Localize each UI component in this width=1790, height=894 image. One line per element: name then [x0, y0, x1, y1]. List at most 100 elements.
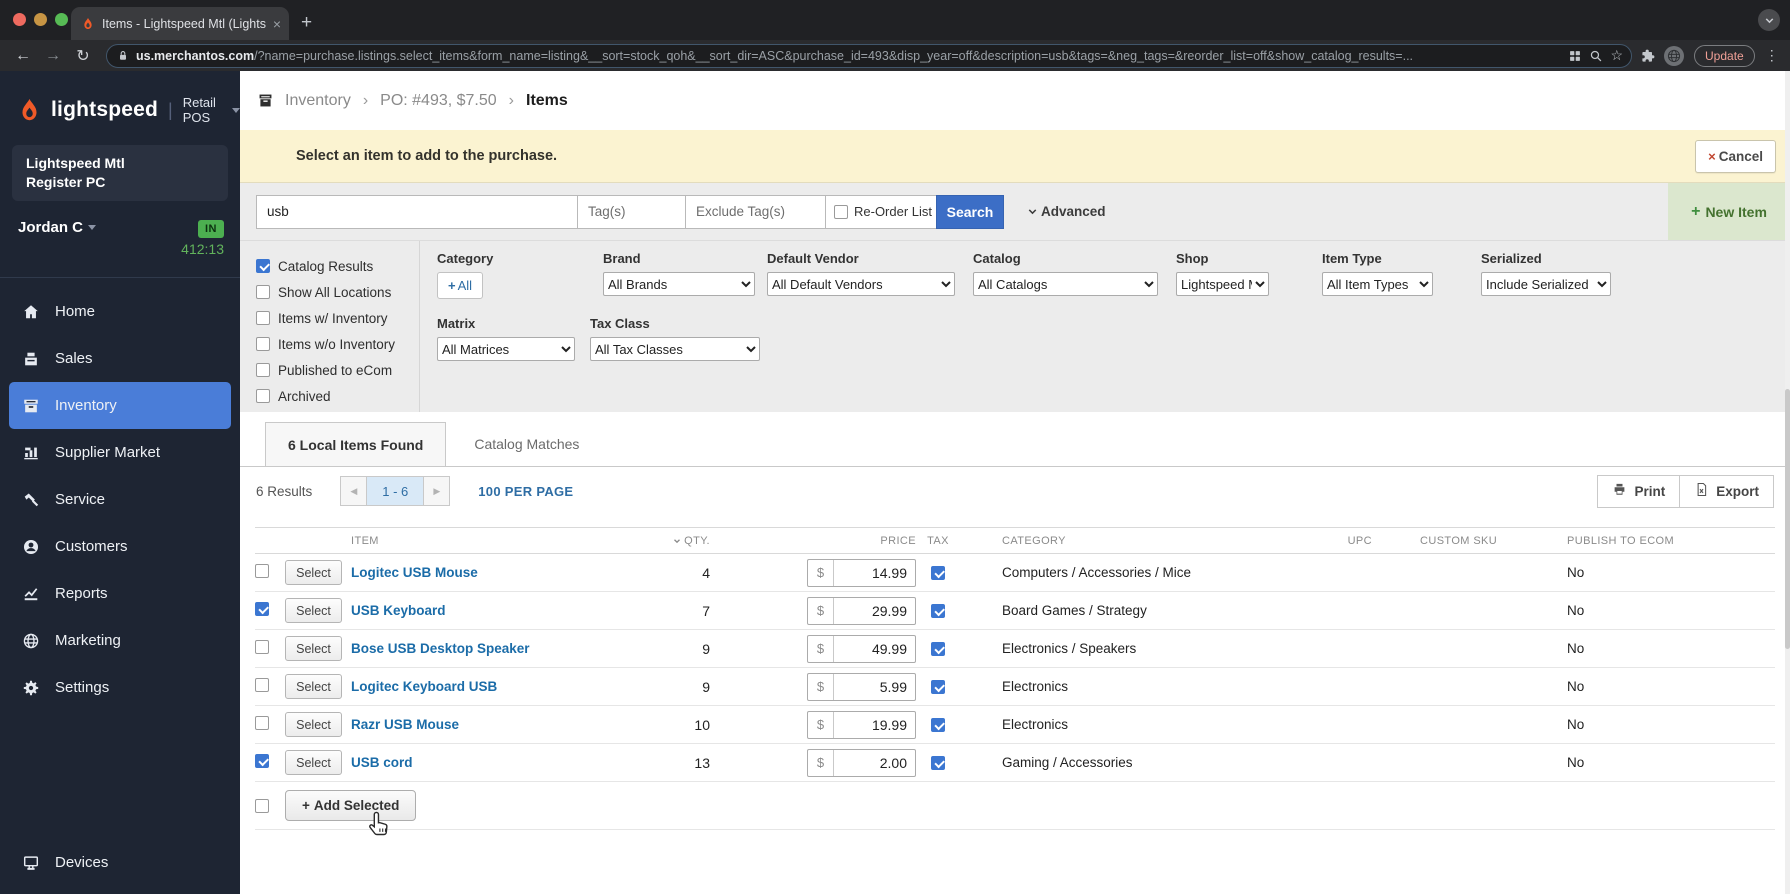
item-link[interactable]: Logitec USB Mouse — [351, 565, 478, 580]
checkbox[interactable] — [256, 311, 270, 325]
sidebar-item-settings[interactable]: Settings — [0, 664, 240, 711]
next-page-button[interactable]: ▶ — [423, 476, 451, 506]
checkbox[interactable] — [256, 363, 270, 377]
shop-register-box[interactable]: Lightspeed Mtl Register PC — [12, 145, 228, 201]
forward-button[interactable]: → — [40, 47, 66, 65]
checkbox[interactable] — [256, 259, 270, 273]
prev-page-button[interactable]: ◀ — [340, 476, 368, 506]
filter-checkbox-show-all-locations[interactable]: Show All Locations — [256, 279, 419, 305]
tab-catalog-matches[interactable]: Catalog Matches — [474, 422, 579, 466]
window-minimize-icon[interactable] — [34, 13, 47, 26]
category-all-button[interactable]: + All — [437, 272, 483, 299]
browser-tab[interactable]: Items - Lightspeed Mtl (Lights × — [71, 7, 289, 40]
new-tab-button[interactable]: + — [301, 12, 312, 34]
window-close-icon[interactable] — [13, 13, 26, 26]
product-caret-icon[interactable] — [232, 107, 240, 113]
search-tabs-icon[interactable] — [1758, 9, 1780, 31]
sidebar-item-devices[interactable]: Devices — [0, 839, 240, 886]
checkbox[interactable] — [256, 389, 270, 403]
col-publish[interactable]: PUBLISH TO ECOM — [1490, 535, 1674, 547]
filter-checkbox-published-to-ecom[interactable]: Published to eCom — [256, 357, 419, 383]
select-button[interactable]: Select — [285, 674, 342, 699]
checkbox[interactable] — [256, 337, 270, 351]
item-link[interactable]: Razr USB Mouse — [351, 717, 459, 732]
address-bar[interactable]: us.merchantos.com/?name=purchase.listing… — [106, 43, 1632, 68]
search-button[interactable]: Search — [936, 194, 1004, 229]
sidebar-item-supplier-market[interactable]: Supplier Market — [0, 429, 240, 476]
sidebar-item-home[interactable]: Home — [0, 288, 240, 335]
cancel-button[interactable]: × Cancel — [1695, 139, 1776, 173]
zoom-icon[interactable] — [1589, 49, 1603, 63]
filter-checkbox-items-w-o-inventory[interactable]: Items w/o Inventory — [256, 331, 419, 357]
col-upc[interactable]: UPC — [1305, 535, 1380, 547]
extensions-puzzle-icon[interactable] — [1636, 48, 1660, 64]
select-button[interactable]: Select — [285, 750, 342, 775]
select-button[interactable]: Select — [285, 636, 342, 661]
sidebar-item-reports[interactable]: Reports — [0, 570, 240, 617]
browser-menu-icon[interactable]: ⋮ — [1765, 47, 1779, 64]
tax-checkbox[interactable] — [931, 603, 945, 618]
breadcrumb-inventory[interactable]: Inventory — [285, 92, 351, 110]
new-item-button[interactable]: + New Item — [1668, 183, 1790, 240]
item-link[interactable]: Bose USB Desktop Speaker — [351, 641, 530, 656]
select-button[interactable]: Select — [285, 598, 342, 623]
filter-checkbox-archived[interactable]: Archived — [256, 383, 419, 409]
reload-button[interactable]: ↻ — [70, 46, 96, 66]
price-input[interactable] — [834, 711, 915, 738]
default-vendor-select[interactable]: All Default Vendors — [767, 272, 955, 296]
tax-checkbox[interactable] — [931, 641, 945, 656]
row-checkbox[interactable] — [255, 602, 269, 616]
filter-checkbox-items-w-inventory[interactable]: Items w/ Inventory — [256, 305, 419, 331]
tags-input[interactable] — [577, 194, 686, 229]
time-clock[interactable]: IN 412:13 — [181, 219, 224, 257]
reorder-checkbox[interactable] — [834, 204, 848, 219]
select-button[interactable]: Select — [285, 560, 342, 585]
reading-mode-icon[interactable] — [1568, 49, 1582, 63]
scrollbar-thumb[interactable] — [1785, 389, 1790, 649]
chrome-update-button[interactable]: Update — [1694, 44, 1755, 67]
profile-avatar[interactable] — [1664, 45, 1684, 66]
exclude-tags-input[interactable] — [685, 194, 826, 229]
col-category[interactable]: CATEGORY — [960, 535, 1305, 547]
serialized-select[interactable]: Include Serialized — [1481, 272, 1611, 296]
window-zoom-icon[interactable] — [55, 13, 68, 26]
sidebar-item-inventory[interactable]: Inventory — [9, 382, 231, 429]
per-page-link[interactable]: 100 PER PAGE — [478, 484, 573, 499]
col-price[interactable]: PRICE — [716, 535, 916, 547]
row-checkbox[interactable] — [255, 678, 269, 692]
tab-local-items[interactable]: 6 Local Items Found — [265, 422, 447, 466]
checkbox[interactable] — [256, 285, 270, 299]
sidebar-item-sales[interactable]: Sales — [0, 335, 240, 382]
price-input[interactable] — [834, 597, 915, 624]
filter-checkbox-catalog-results[interactable]: Catalog Results — [256, 253, 419, 279]
item-link[interactable]: Logitec Keyboard USB — [351, 679, 497, 694]
select-all-checkbox[interactable] — [255, 798, 269, 813]
search-input[interactable] — [256, 194, 578, 229]
tax-class-select[interactable]: All Tax Classes — [590, 337, 760, 361]
row-checkbox[interactable] — [255, 640, 269, 654]
user-menu[interactable]: Jordan C — [18, 219, 97, 236]
tax-checkbox[interactable] — [931, 755, 945, 770]
price-input[interactable] — [834, 635, 915, 662]
export-button[interactable]: Export — [1679, 474, 1774, 508]
matrix-select[interactable]: All Matrices — [437, 337, 575, 361]
tax-checkbox[interactable] — [931, 717, 945, 732]
row-checkbox[interactable] — [255, 716, 269, 730]
back-button[interactable]: ← — [10, 47, 36, 65]
item-link[interactable]: USB cord — [351, 755, 413, 770]
row-checkbox[interactable] — [255, 564, 269, 578]
catalog-select[interactable]: All Catalogs — [973, 272, 1158, 296]
sidebar-item-service[interactable]: Service — [0, 476, 240, 523]
sidebar-item-marketing[interactable]: Marketing — [0, 617, 240, 664]
add-selected-button[interactable]: + Add Selected — [285, 790, 417, 821]
advanced-toggle[interactable]: Advanced — [1026, 204, 1106, 219]
brand-select[interactable]: All Brands — [603, 272, 755, 296]
reorder-list-toggle[interactable]: Re-Order List — [825, 194, 937, 229]
item-type-select[interactable]: All Item Types — [1322, 272, 1433, 296]
price-input[interactable] — [834, 749, 915, 776]
select-button[interactable]: Select — [285, 712, 342, 737]
print-button[interactable]: Print — [1597, 474, 1681, 508]
price-input[interactable] — [834, 673, 915, 700]
bookmark-star-icon[interactable]: ☆ — [1610, 47, 1623, 64]
sidebar-item-customers[interactable]: Customers — [0, 523, 240, 570]
